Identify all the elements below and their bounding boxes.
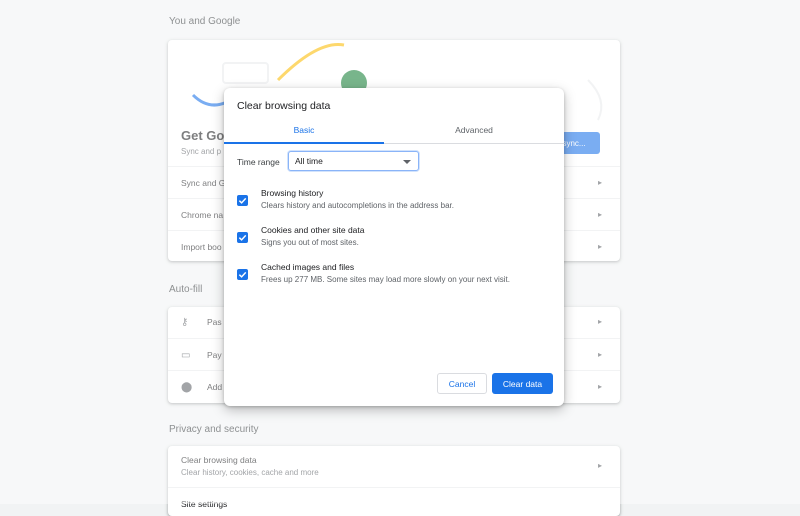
browsing-history-title: Browsing history [261,188,324,198]
cancel-button[interactable]: Cancel [437,373,487,394]
tab-basic[interactable]: Basic [224,117,384,144]
dropdown-arrow-icon [403,160,411,164]
browsing-history-checkbox[interactable] [237,195,248,206]
cookies-title: Cookies and other site data [261,225,365,235]
option-browsing-history: Browsing history Clears history and auto… [237,188,557,216]
option-cookies: Cookies and other site data Signs you ou… [237,225,557,253]
cached-images-desc: Frees up 277 MB. Some sites may load mor… [261,275,510,284]
time-range-value: All time [295,156,323,166]
checkmark-icon [238,197,247,204]
checkmark-icon [238,234,247,241]
browsing-history-desc: Clears history and autocompletions in th… [261,201,454,210]
clear-data-button[interactable]: Clear data [492,373,553,394]
time-range-label: Time range [237,157,280,167]
cookies-desc: Signs you out of most sites. [261,238,359,247]
tab-advanced[interactable]: Advanced [394,117,554,143]
option-cached-images: Cached images and files Frees up 277 MB.… [237,262,557,290]
dialog-tabs: Basic Advanced [224,117,564,144]
cached-images-title: Cached images and files [261,262,355,272]
clear-browsing-data-dialog: Clear browsing data Basic Advanced Time … [224,88,564,406]
cookies-checkbox[interactable] [237,232,248,243]
dialog-title: Clear browsing data [237,100,331,112]
time-range-select[interactable]: All time [288,151,419,171]
cached-images-checkbox[interactable] [237,269,248,280]
checkmark-icon [238,271,247,278]
